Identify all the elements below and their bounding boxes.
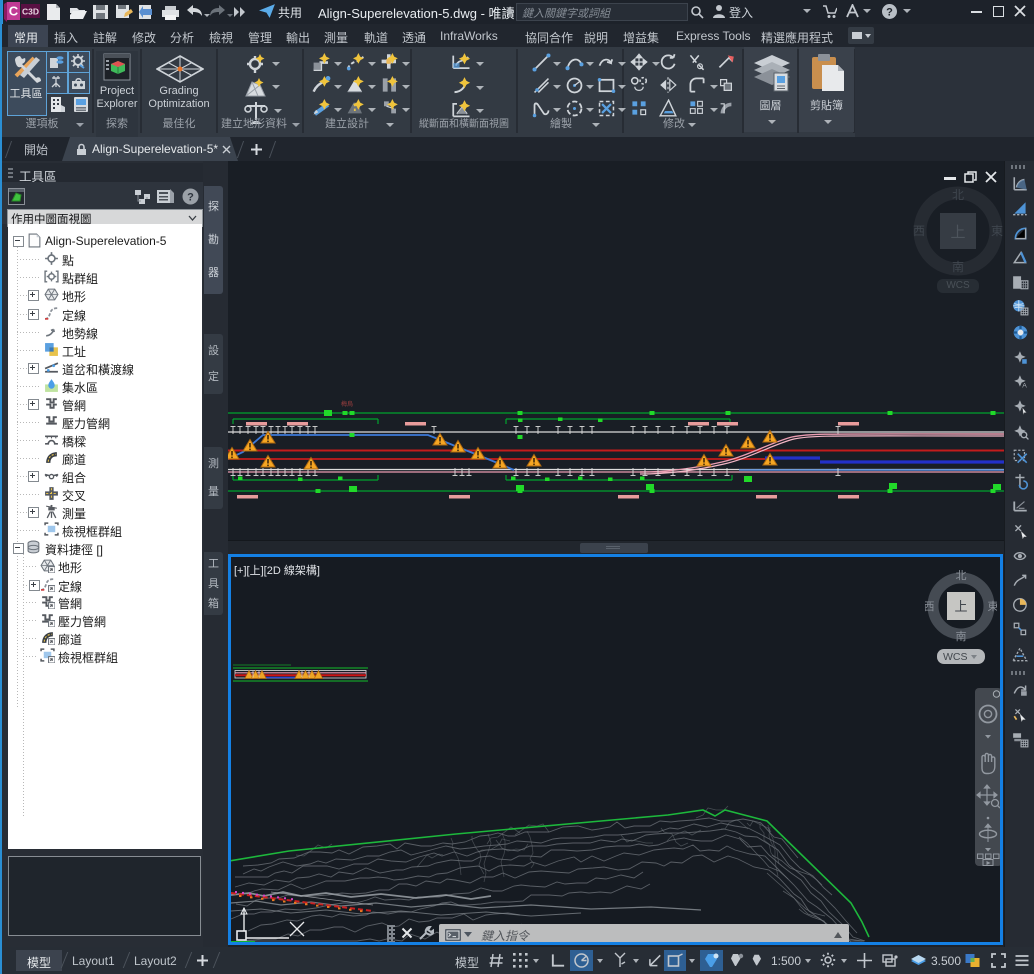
svg-text:西: 西	[925, 601, 935, 613]
svg-text:C3D: C3D	[22, 7, 39, 17]
svg-text:東: 東	[988, 600, 998, 613]
svg-text:C: C	[9, 4, 19, 19]
svg-text:南: 南	[956, 630, 967, 642]
svg-text:上: 上	[954, 599, 967, 614]
svg-text:北: 北	[956, 570, 967, 582]
svg-text:A: A	[1022, 383, 1027, 390]
svg-text:?: ?	[886, 7, 893, 19]
